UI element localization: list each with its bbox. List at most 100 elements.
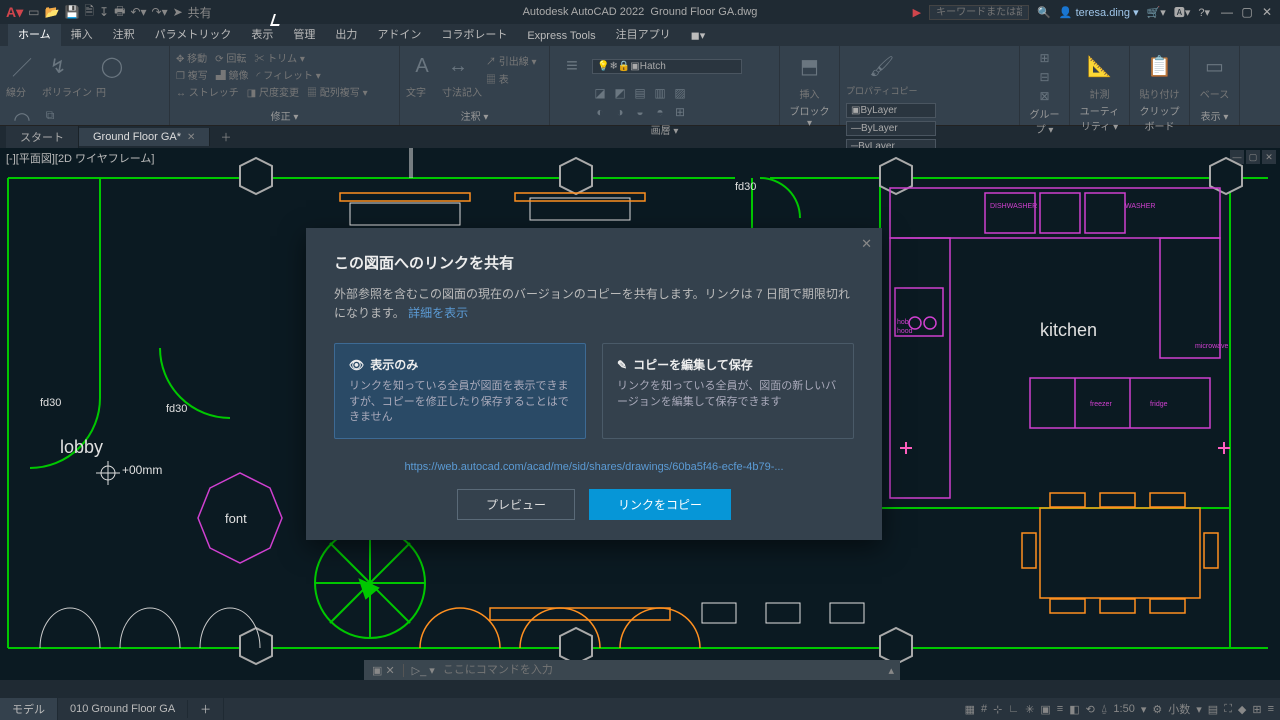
share-url-link[interactable]: https://web.autocad.com/acad/me/sid/shar…	[404, 461, 783, 473]
panel-layers: ≡ 💡❄🔒▣ Hatch ◪◩▤▥▨ ◐◑◒◓⊞ 画層 ▾	[550, 46, 780, 125]
sb-trans-icon[interactable]: ◧	[1069, 703, 1079, 716]
qat-open-icon[interactable]: 📂	[44, 5, 59, 19]
insert-icon[interactable]: ⬒	[794, 50, 826, 82]
close-button[interactable]: ✕	[1258, 5, 1276, 19]
minimize-button[interactable]: —	[1218, 5, 1236, 19]
qat-save-icon[interactable]: 💾	[64, 5, 79, 19]
line-icon[interactable]: ／	[6, 50, 38, 82]
tab-start[interactable]: スタート	[6, 126, 79, 148]
panel-annotation: A文字 ↔寸法記入 ↗ 引出線 ▾ ▦ 表 注釈 ▾	[400, 46, 550, 125]
sb-clean-icon[interactable]: ⛶	[1224, 703, 1232, 716]
qat-redo-icon[interactable]: ↷▾	[152, 5, 168, 19]
tab-parametric[interactable]: パラメトリック	[145, 23, 242, 46]
tab-document[interactable]: Ground Floor GA*✕	[79, 128, 210, 146]
command-line[interactable]: ▣ ✕ ▷_ ▾ ▴	[364, 660, 900, 680]
paste-icon[interactable]: 📋	[1144, 50, 1176, 82]
tab-output[interactable]: 出力	[325, 23, 367, 46]
qat-new-icon[interactable]: ▭	[28, 5, 39, 19]
cmd-prompt-icon: ▷_ ▾	[404, 664, 443, 677]
color-dropdown[interactable]: ▣ ByLayer	[846, 103, 936, 118]
layer-dropdown[interactable]: 💡❄🔒▣ Hatch	[592, 59, 742, 74]
sb-iso-icon[interactable]: ◆	[1238, 703, 1246, 716]
maximize-button[interactable]: ▢	[1238, 5, 1256, 19]
measure-icon[interactable]: 📐	[1084, 50, 1116, 82]
sb-custom-icon[interactable]: ≡	[1268, 703, 1274, 715]
sb-snap-icon[interactable]: ⊹	[993, 703, 1002, 716]
tab-manage[interactable]: 管理	[283, 23, 325, 46]
option-edit-copy[interactable]: ✎コピーを編集して保存 リンクを知っている全員が、図面の新しいバージョンを編集し…	[602, 343, 854, 438]
sb-scale[interactable]: 1:50	[1113, 703, 1134, 715]
qat-share-icon[interactable]: ➤	[173, 5, 183, 19]
lweight-dropdown[interactable]: — ByLayer	[846, 121, 936, 136]
panel-block: ⬒ 挿入 ブロック ▾	[780, 46, 840, 125]
tab-view[interactable]: 表示	[241, 23, 283, 46]
search-icon[interactable]: 🔍	[1037, 6, 1051, 19]
preview-button[interactable]: プレビュー	[457, 489, 575, 520]
dialog-title: この図面へのリンクを共有	[306, 228, 882, 285]
sb-osnap-icon[interactable]: ▣	[1040, 703, 1050, 716]
help-search-input[interactable]	[929, 5, 1029, 20]
copy-link-button[interactable]: リンクをコピー	[589, 489, 731, 520]
status-strip	[0, 680, 1280, 698]
tab-home[interactable]: ホーム	[8, 23, 61, 46]
tab-close-icon[interactable]: ✕	[187, 132, 195, 143]
tab-addins[interactable]: アドイン	[367, 23, 431, 46]
panel-properties: 🖌プロパティコピー ▣ ByLayer — ByLayer ─ ByLayer …	[840, 46, 1020, 125]
polyline-icon[interactable]: ↯	[42, 50, 74, 82]
qat-plot-icon[interactable]: 🖶	[114, 2, 125, 23]
svg-text:microwave: microwave	[1195, 343, 1229, 350]
cmd-recent-icon[interactable]: ▴	[882, 664, 900, 677]
ribbon-overflow[interactable]: ◼▾	[681, 26, 716, 46]
svg-text:font: font	[225, 511, 247, 526]
tab-annotate[interactable]: 注釈	[103, 23, 145, 46]
sb-grid-icon[interactable]: #	[981, 703, 987, 715]
matchprop-icon[interactable]: 🖌	[866, 50, 898, 82]
sb-cycle-icon[interactable]: ⟲	[1086, 703, 1095, 716]
dim-icon[interactable]: ↔	[442, 50, 474, 82]
help-icon[interactable]: ?▾	[1198, 6, 1210, 19]
tab-insert[interactable]: 挿入	[61, 23, 103, 46]
user-menu[interactable]: 👤 teresa.ding ▾	[1059, 6, 1139, 19]
misc-draw-icon[interactable]: ⧉	[42, 107, 58, 123]
sb-hw-icon[interactable]: ⊞	[1252, 703, 1261, 716]
base-icon[interactable]: ▭	[1199, 50, 1231, 82]
qat-saveas-icon[interactable]: 🗎	[84, 2, 94, 23]
sb-lwt-icon[interactable]: ≡	[1057, 703, 1063, 715]
dialog-learn-more-link[interactable]: 詳細を表示	[408, 306, 468, 320]
circle-icon[interactable]: ◯	[96, 50, 128, 82]
text-icon[interactable]: A	[406, 50, 438, 82]
cart-icon[interactable]: 🛒▾	[1147, 6, 1166, 19]
panel-draw: ／線分 ↯ポリライン ◯円 ◠円弧 ⧉ ◇ ▦ 作成 ▾	[0, 46, 170, 125]
panel-view: ▭ ベース 表示 ▾	[1190, 46, 1240, 125]
sb-qp-icon[interactable]: ▤	[1208, 703, 1218, 716]
eye-icon: 👁	[349, 358, 364, 372]
tab-express[interactable]: Express Tools	[517, 27, 605, 46]
sb-ortho-icon[interactable]: ∟	[1008, 703, 1019, 715]
sb-gear-icon[interactable]: ⚙	[1152, 703, 1162, 716]
svg-text:fd30: fd30	[735, 181, 756, 193]
qat-web-icon[interactable]: ↧	[99, 5, 109, 19]
qat-undo-icon[interactable]: ↶▾	[130, 5, 146, 19]
tab-new[interactable]: ＋	[210, 126, 241, 148]
layout-model[interactable]: モデル	[0, 698, 58, 720]
app-home-icon[interactable]: 🅰▾	[1174, 4, 1191, 20]
sb-units[interactable]: 小数	[1168, 701, 1190, 717]
layout-sheet[interactable]: 010 Ground Floor GA	[58, 700, 188, 718]
sb-model-icon[interactable]: ▦	[965, 703, 975, 716]
svg-text:fd30: fd30	[166, 403, 187, 415]
quick-access-toolbar: A▾ ▭ 📂 💾 🗎 ↧ 🖶 ↶▾ ↷▾ ➤ 共有	[0, 2, 218, 23]
layerprop-icon[interactable]: ≡	[556, 50, 588, 82]
sb-polar-icon[interactable]: ✳	[1025, 703, 1034, 716]
option-view-only[interactable]: 👁表示のみ リンクを知っている全員が図面を表示できますが、コピーを修正したり保存…	[334, 343, 586, 438]
qat-share2-icon[interactable]: 共有	[188, 4, 212, 21]
cmd-close-icon[interactable]: ▣ ✕	[364, 664, 404, 677]
dialog-close-icon[interactable]: ✕	[861, 236, 872, 252]
command-input[interactable]	[443, 664, 883, 676]
tab-collaborate[interactable]: コラボレート	[431, 23, 517, 46]
tab-featured[interactable]: 注目アプリ	[606, 23, 681, 46]
svg-text:hob: hob	[897, 319, 909, 326]
sb-anno-icon[interactable]: ⍙	[1101, 703, 1108, 716]
svg-text:freezer: freezer	[1090, 401, 1112, 408]
layout-add[interactable]: ＋	[188, 698, 224, 720]
app-menu-icon[interactable]: A▾	[6, 4, 23, 21]
